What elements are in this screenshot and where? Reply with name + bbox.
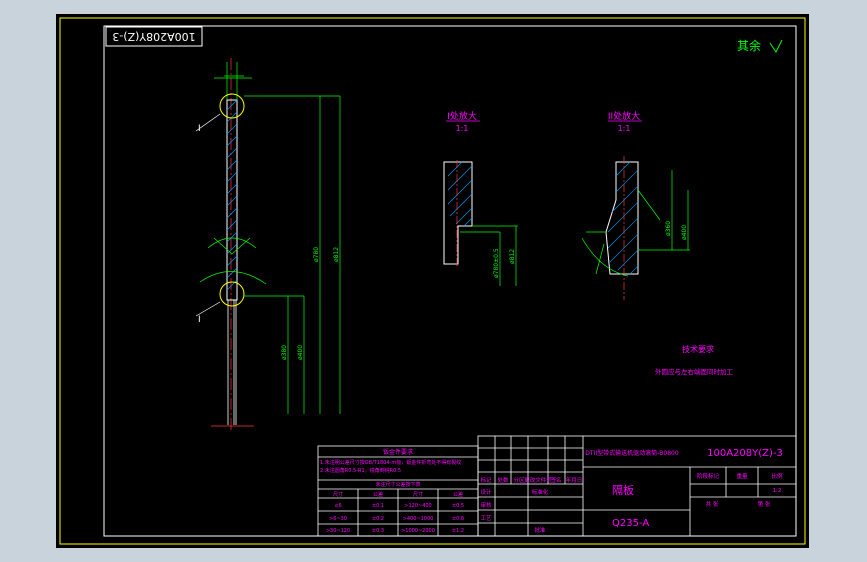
- role-process: 工艺: [480, 515, 492, 522]
- detail2-title: II处放大: [608, 110, 640, 122]
- tol-cell-1-3: ±0.8: [452, 516, 464, 522]
- rev-head-4: 更改文件号: [524, 476, 552, 484]
- rev-head-1: 标记: [480, 476, 492, 484]
- tol-cell-1-1: ±0.2: [372, 516, 384, 522]
- tol-cell-1-0: >6~30: [329, 516, 347, 522]
- detail1-scale: 1:1: [456, 124, 469, 133]
- tol-cell-0-1: ±0.1: [372, 503, 384, 509]
- sheet-total: 共 张: [706, 500, 719, 508]
- tol-cell-0-3: ±0.5: [452, 503, 464, 509]
- tol-cell-2-0: >30~120: [326, 528, 350, 534]
- tolerance-note-2: 2.未注圆角R0.5-R1，锐角倒钝R0.5: [320, 467, 401, 474]
- svg-text:ø380: ø380: [281, 345, 288, 360]
- rev-head-2: 处数: [497, 476, 509, 484]
- tol-cell-2-2: >1000~2000: [401, 528, 435, 534]
- part-name: 隔板: [612, 483, 634, 497]
- scale-label: 比例: [771, 472, 783, 480]
- scale-value: 1:2: [773, 488, 782, 494]
- weight-label: 重量: [736, 472, 748, 480]
- title-code: 100A208Y(Z)-3: [707, 448, 783, 459]
- tol-head-2: 公差: [373, 491, 383, 498]
- std-label: 标准化: [532, 488, 549, 496]
- svg-text:ø812: ø812: [509, 249, 516, 264]
- leader-label-2: I: [198, 315, 201, 325]
- roughness-text: 其余: [737, 38, 761, 53]
- tol-cell-2-3: ±1.2: [452, 528, 464, 534]
- svg-text:ø400: ø400: [681, 225, 688, 240]
- tol-cell-0-0: ≤6: [334, 503, 341, 509]
- tolerance-note-1: 1.未注明公差尺寸按GB/T1804-m级，钣金件折弯处不得有裂纹: [320, 459, 461, 466]
- tolerance-table-title: 钣金件要求: [383, 448, 413, 456]
- tol-head-4: 公差: [453, 491, 463, 498]
- material: Q235-A: [612, 518, 649, 529]
- tech-req-line1: 外圆应与左右端面同时加工: [655, 367, 734, 376]
- detail1-title: I处放大: [447, 110, 477, 122]
- role-review: 审核: [480, 501, 492, 509]
- rev-head-6: 年月日: [566, 476, 583, 484]
- approve-label: 批准: [534, 526, 546, 534]
- svg-text:ø400: ø400: [297, 345, 304, 360]
- cad-drawing-canvas: 100A208Y(Z)-3 其余 I I ø780 ø812 ø380 ø400…: [56, 14, 809, 548]
- tol-head-3: 尺寸: [413, 491, 423, 498]
- tol-cell-0-2: >120~400: [404, 503, 431, 509]
- tol-cell-2-1: ±0.3: [372, 528, 384, 534]
- tol-cell-1-2: >400~1000: [403, 516, 434, 522]
- stage-label: 阶段标记: [697, 472, 720, 480]
- project-name: DTII型带式输送机驱动滚筒-B0800: [585, 449, 679, 457]
- tol-head-1: 尺寸: [333, 491, 343, 498]
- svg-text:ø780: ø780: [313, 247, 320, 262]
- rotated-code-text: 100A208Y(Z)-3: [112, 30, 195, 43]
- tech-req-title: 技术要求: [682, 344, 714, 354]
- sheet-no: 第 张: [758, 500, 771, 508]
- role-design: 设计: [480, 488, 492, 496]
- svg-text:ø360: ø360: [665, 221, 672, 236]
- tolerance-note-3: 未注尺寸公差按下表: [375, 481, 420, 488]
- rev-head-5: 签名: [550, 476, 561, 484]
- leader-label-1: I: [198, 124, 201, 134]
- svg-text:ø780±0.5: ø780±0.5: [493, 248, 500, 278]
- drawing-sheet: [56, 14, 809, 548]
- detail2-scale: 1:1: [618, 124, 631, 133]
- svg-text:ø812: ø812: [333, 247, 340, 262]
